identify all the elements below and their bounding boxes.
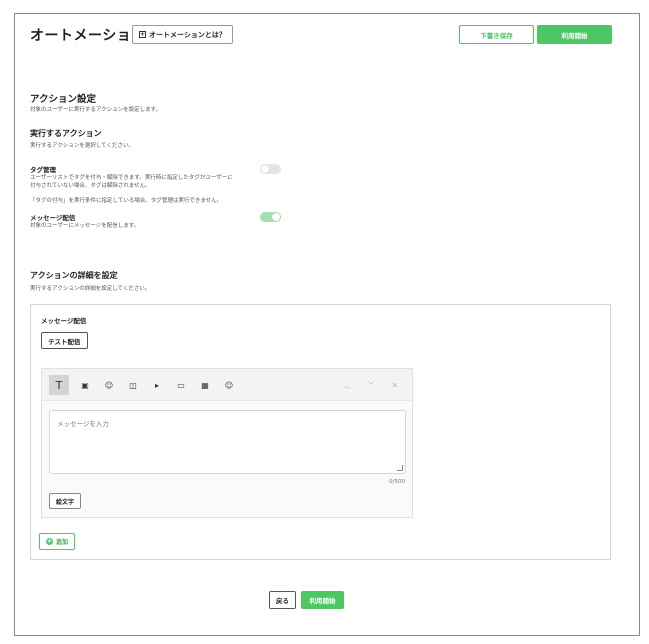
execute-action-description: 実行するアクションを選択してください。 [30,143,134,149]
action-settings-description: 対象のユーザーに実行するアクションを設定します。 [30,107,162,113]
execute-action-heading: 実行するアクション [30,129,102,138]
message-delivery-description: 対象のユーザーにメッセージを配信します。 [30,223,140,229]
message-placeholder: メッセージを入力 [57,420,109,428]
help-icon: + [139,31,146,38]
stamp-icon[interactable]: ☺ [99,375,119,395]
tag-management-description-2: 付与されていない場合、タグは解除されません。 [30,183,151,189]
card-icon[interactable]: ▭ [171,375,191,395]
action-settings-heading: アクション設定 [30,94,97,105]
tag-management-label: タグ管理 [30,166,56,174]
message-editor: T ▣ ☺ ◫ ▸ ▭ ▦ ☺ ︿ ﹀ ✕ メッセージを入力 0/500 絵文字 [41,368,413,518]
page-frame: オートメーション + オートメーションとは？ 下書き保存 利用開始 アクション設… [14,13,640,636]
details-description: 実行するアクションの詳細を設定してください。 [30,286,151,292]
about-automation-button[interactable]: + オートメーションとは？ [132,25,233,44]
tag-management-note: 「タグの付与」を実行条件に指定している場合、タグ管理は実行できません。 [30,198,223,204]
message-input[interactable]: メッセージを入力 [49,410,406,474]
emoji-icon[interactable]: ☺ [219,375,239,395]
toggle-knob [261,165,269,173]
rich-message-icon[interactable]: ▦ [195,375,215,395]
save-draft-button[interactable]: 下書き保存 [459,25,534,44]
text-icon[interactable]: T [49,375,69,395]
tag-management-toggle[interactable] [260,164,281,174]
add-label: 追加 [56,539,69,546]
bottom-start-button[interactable]: 利用開始 [301,591,344,609]
details-heading: アクションの詳細を設定 [30,271,118,280]
character-counter: 0/500 [389,479,405,485]
start-button[interactable]: 利用開始 [537,25,612,44]
back-button[interactable]: 戻る [269,591,296,609]
close-icon[interactable]: ✕ [385,375,405,395]
panel-title: メッセージ配信 [41,317,87,325]
test-delivery-button[interactable]: テスト配信 [41,332,88,349]
tag-management-description-1: ユーザーリストでタグを付与・解除できます。実行時に指定したタグがユーザーに [30,175,233,181]
message-delivery-toggle[interactable] [260,212,281,222]
page-title: オートメーション [30,28,146,44]
message-delivery-label: メッセージ配信 [30,214,76,222]
resize-handle-icon[interactable] [397,465,403,471]
plus-icon: + [46,537,53,545]
toggle-knob [272,213,280,221]
move-up-icon[interactable]: ︿ [337,375,357,395]
coupon-icon[interactable]: ◫ [123,375,143,395]
move-down-icon[interactable]: ﹀ [361,375,381,395]
image-icon[interactable]: ▣ [75,375,95,395]
emoji-button[interactable]: 絵文字 [49,493,82,509]
message-delivery-panel: メッセージ配信 テスト配信 T ▣ ☺ ◫ ▸ ▭ ▦ ☺ ︿ ﹀ ✕ メッセー… [30,304,611,560]
add-message-button[interactable]: + 追加 [39,533,76,550]
video-icon[interactable]: ▸ [147,375,167,395]
editor-toolbar: T ▣ ☺ ◫ ▸ ▭ ▦ ☺ ︿ ﹀ ✕ [42,369,412,401]
about-automation-label: オートメーションとは？ [149,30,226,39]
